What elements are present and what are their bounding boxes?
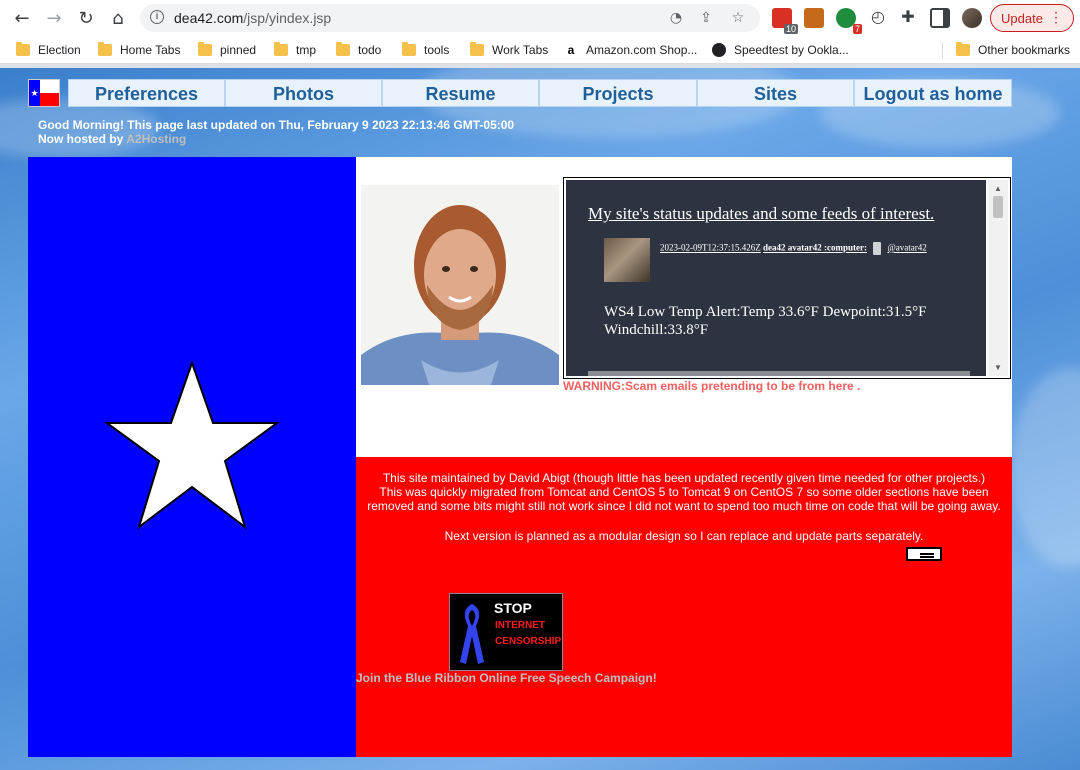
bookmark-home-tabs[interactable]: Home Tabs	[98, 41, 180, 59]
folder-icon	[470, 42, 484, 56]
reload-icon[interactable]: ↻	[74, 6, 98, 30]
folder-icon	[98, 42, 112, 56]
bookmark-todo[interactable]: todo	[336, 41, 381, 59]
status-feed: My site's status updates and some feeds …	[566, 180, 986, 376]
feed-post-text: WS4 Low Temp Alert:Temp 33.6°F Dewpoint:…	[604, 304, 927, 338]
grammar-extension-icon[interactable]: 7	[836, 8, 862, 34]
browser-chrome: ← → ↻ ⌂ i dea42.com/jsp/yindex.jsp ◔ ⇪ ☆…	[0, 0, 1080, 68]
speedtest-icon	[712, 43, 726, 57]
nav-projects[interactable]: Projects	[539, 79, 697, 107]
hosted-by: Now hosted by A2Hosting	[38, 132, 187, 146]
nav-resume[interactable]: Resume	[382, 79, 539, 107]
bookmark-election[interactable]: Election	[16, 41, 81, 59]
share-icon[interactable]: ⇪	[698, 10, 714, 26]
side-panel-icon[interactable]	[930, 8, 950, 28]
bookmark-pinned[interactable]: pinned	[198, 41, 256, 59]
notes-extension-icon[interactable]	[804, 8, 824, 28]
profile-avatar-icon[interactable]	[962, 8, 982, 28]
folder-icon	[16, 42, 30, 56]
feed-scrollbar[interactable]: ▲ ▼	[988, 180, 1008, 376]
update-button[interactable]: Update ⋮	[990, 4, 1074, 32]
feed-author-link[interactable]: dea42 avatar42 :computer:	[763, 243, 867, 253]
bookmark-star-icon[interactable]: ☆	[730, 10, 746, 26]
extensions-puzzle-icon[interactable]: ✚	[898, 8, 918, 28]
scam-warning-link[interactable]: WARNING:Scam emails pretending to be fro…	[563, 379, 860, 393]
speed-extension-icon[interactable]: ◴	[868, 8, 888, 28]
status-feed-frame: My site's status updates and some feeds …	[563, 177, 1011, 379]
back-icon[interactable]: ←	[10, 6, 34, 30]
nav-photos[interactable]: Photos	[225, 79, 382, 107]
bookmarks-bar: Election Home Tabs pinned tmp todo tools…	[0, 36, 1080, 64]
bookmark-speedtest[interactable]: Speedtest by Ookla...	[712, 41, 849, 59]
folder-icon	[198, 42, 212, 56]
folder-icon	[336, 42, 350, 56]
page-content: ★ Preferences Photos Resume Projects Sit…	[0, 68, 1080, 770]
nav-preferences[interactable]: Preferences	[68, 79, 225, 107]
flag-white-panel: My site's status updates and some feeds …	[356, 157, 1012, 457]
nav-sites[interactable]: Sites	[697, 79, 854, 107]
folder-icon	[402, 42, 416, 56]
flag-red-panel: This site maintained by David Abigt (tho…	[356, 457, 1012, 757]
a2hosting-link[interactable]: A2Hosting	[126, 132, 186, 146]
scroll-thumb[interactable]	[993, 196, 1003, 218]
maintenance-notice: This site maintained by David Abigt (tho…	[367, 471, 1001, 513]
bookmark-other[interactable]: Other bookmarks	[956, 41, 1070, 59]
bookmark-amazon[interactable]: a Amazon.com Shop...	[564, 41, 698, 59]
lone-star-icon	[104, 361, 280, 530]
calendar-extension-icon[interactable]: 10	[772, 8, 798, 34]
home-icon[interactable]: ⌂	[106, 6, 130, 30]
next-version-text: Next version is planned as a modular des…	[444, 529, 924, 543]
bookmark-tmp[interactable]: tmp	[274, 41, 316, 59]
scroll-up-icon[interactable]: ▲	[994, 184, 1002, 193]
bookmark-tools[interactable]: tools	[402, 41, 449, 59]
feed-avatar[interactable]	[604, 238, 650, 282]
amazon-icon: a	[567, 43, 575, 57]
feed-timestamp-link[interactable]: 2023-02-09T12:37:15.426Z	[660, 243, 761, 253]
texas-flag-icon[interactable]: ★	[28, 79, 60, 107]
bookmarks-separator	[942, 42, 943, 58]
performance-icon[interactable]: ◔	[668, 10, 684, 26]
greeting-text: Good Morning! This page last updated on …	[38, 118, 514, 146]
main-nav: ★ Preferences Photos Resume Projects Sit…	[28, 79, 1012, 107]
menu-dots-icon[interactable]: ⋮	[1049, 9, 1063, 26]
nav-logout[interactable]: Logout as home	[854, 79, 1012, 107]
feed-handle-link[interactable]: @avatar42	[887, 243, 926, 253]
author-photo	[361, 185, 559, 385]
flag-blue-panel	[28, 157, 356, 757]
address-bar[interactable]: i dea42.com/jsp/yindex.jsp ◔ ⇪ ☆	[140, 4, 760, 32]
forward-icon[interactable]: →	[42, 6, 66, 30]
stop-censorship-banner[interactable]: STOP INTERNET CENSORSHIP	[449, 593, 563, 671]
last-updated: Good Morning! This page last updated on …	[38, 118, 515, 132]
feed-meta: 2023-02-09T12:37:15.426Z dea42 avatar42 …	[660, 242, 927, 255]
feed-title-link[interactable]: My site's status updates and some feeds …	[588, 204, 934, 224]
folder-icon	[956, 42, 970, 56]
computer-emoji-icon	[873, 242, 882, 255]
sky-cloud	[1010, 368, 1080, 568]
blue-ribbon-icon	[460, 604, 484, 664]
browser-toolbar: ← → ↻ ⌂ i dea42.com/jsp/yindex.jsp ◔ ⇪ ☆…	[0, 0, 1080, 36]
banner-stop-text: STOP	[494, 600, 532, 616]
bookmark-work-tabs[interactable]: Work Tabs	[470, 41, 548, 59]
blue-ribbon-link[interactable]: Join the Blue Ribbon Online Free Speech …	[356, 671, 657, 685]
folder-icon	[274, 42, 288, 56]
scroll-down-icon[interactable]: ▼	[994, 363, 1002, 372]
banner-censorship-text: INTERNET CENSORSHIP	[495, 620, 562, 647]
site-info-icon[interactable]: i	[150, 10, 164, 24]
url-text[interactable]: dea42.com/jsp/yindex.jsp	[174, 10, 331, 26]
feed-horizontal-bar	[588, 371, 970, 376]
mail-icon[interactable]	[906, 547, 942, 561]
